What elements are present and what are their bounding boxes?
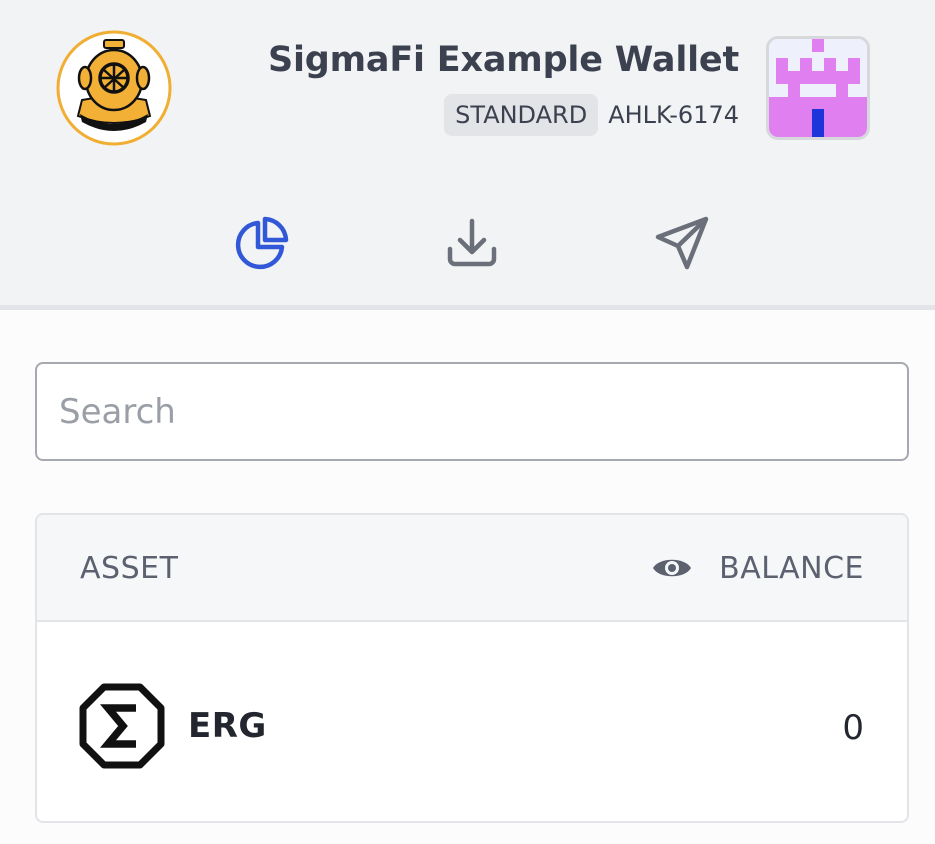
asset-name: ERG (188, 706, 267, 746)
search-field (35, 362, 909, 461)
balance-column-header: BALANCE (719, 551, 864, 586)
wallet-meta: STANDARD AHLK-6174 (444, 94, 739, 136)
asset-balance: 0 (842, 708, 864, 748)
tab-receive[interactable] (367, 185, 577, 305)
table-row[interactable]: ERG 0 (37, 622, 907, 821)
wallet-name: SigmaFi Example Wallet (267, 40, 739, 80)
wallet-checksum: AHLK-6174 (608, 101, 739, 129)
search-input[interactable] (37, 364, 907, 459)
pixel-avatar-icon (769, 39, 867, 137)
diving-helmet-logo (56, 30, 172, 146)
wallet-header: SigmaFi Example Wallet STANDARD AHLK-617… (0, 0, 935, 310)
pie-chart-icon (235, 216, 289, 270)
wallet-type-badge: STANDARD (444, 94, 599, 136)
assets-table-header: ASSET BALANCE (37, 515, 907, 622)
eye-icon[interactable] (651, 553, 693, 583)
send-icon (655, 216, 709, 270)
asset-column-header: ASSET (80, 551, 179, 586)
wallet-avatar (766, 36, 870, 140)
wallet-tabs (157, 185, 787, 310)
tab-send[interactable] (577, 185, 787, 305)
assets-table: ASSET BALANCE ERG 0 (35, 513, 909, 823)
tab-overview[interactable] (157, 185, 367, 310)
download-icon (447, 218, 497, 267)
erg-icon (79, 683, 165, 769)
tabs-divider (0, 305, 935, 310)
